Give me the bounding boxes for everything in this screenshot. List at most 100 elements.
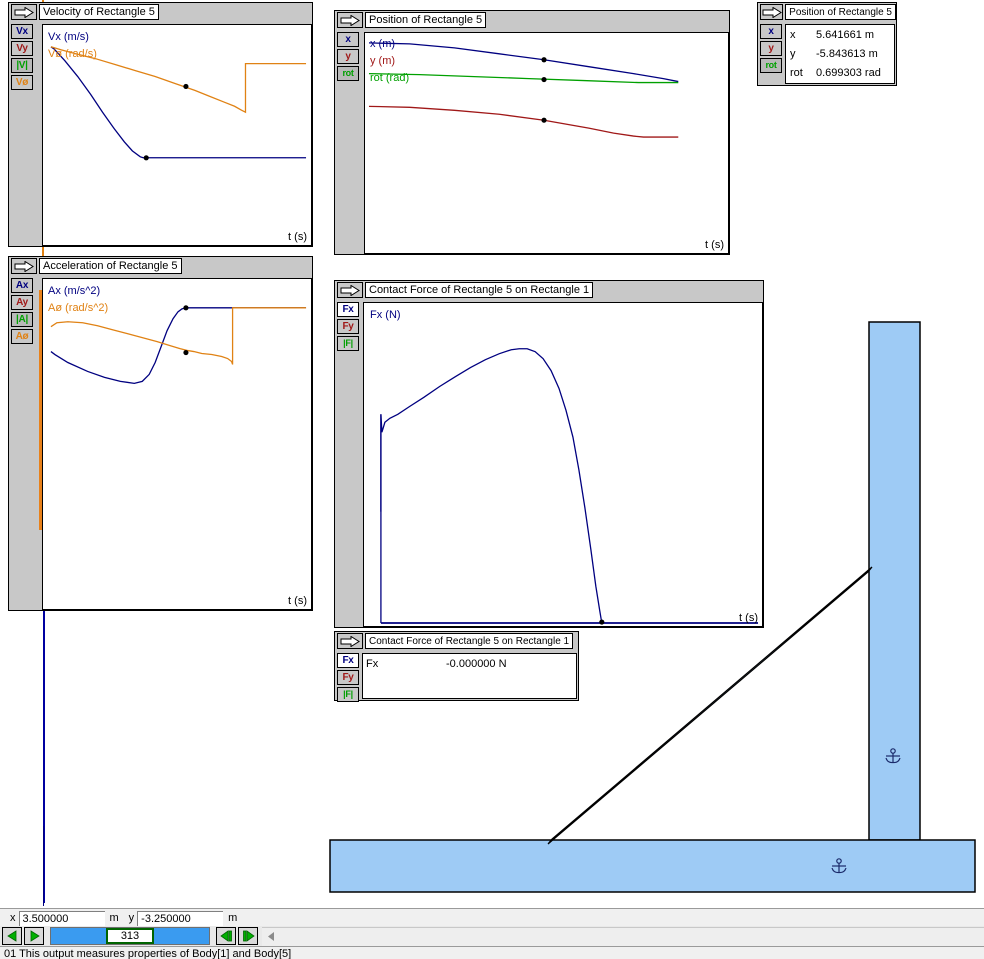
- velocity-legend-vx: Vx (m/s): [48, 31, 89, 43]
- series-button-fmag[interactable]: |F|: [337, 336, 359, 351]
- acceleration-xaxis-label: t (s): [288, 595, 307, 607]
- horizontal-scrollbar[interactable]: [262, 926, 984, 946]
- coord-x-label: x: [10, 912, 16, 924]
- force-values-titlebar: Contact Force of Rectangle 5 on Rectangl…: [335, 632, 578, 651]
- series-button-label: y: [768, 43, 774, 54]
- series-y-line: [368, 105, 679, 138]
- coord-y-label: y: [128, 912, 135, 924]
- series-ax-line: [50, 307, 307, 385]
- series-button-fx[interactable]: Fx: [337, 653, 359, 668]
- force-graph-title: Contact Force of Rectangle 5 on Rectangl…: [365, 282, 594, 298]
- series-button-label: |A|: [16, 314, 28, 325]
- anchor-icon: [885, 748, 901, 764]
- arrow-right-icon[interactable]: [11, 258, 37, 274]
- triangle-right-icon[interactable]: [24, 927, 44, 945]
- series-button-ay[interactable]: Ay: [11, 295, 33, 310]
- position-graph-titlebar: Position of Rectangle 5: [335, 11, 729, 30]
- value-label: rot: [790, 66, 803, 79]
- position-values-buttons: x y rot: [760, 24, 782, 75]
- series-button-y[interactable]: y: [337, 49, 359, 64]
- series-button-label: |F|: [343, 689, 353, 699]
- arrow-right-icon[interactable]: [337, 12, 363, 28]
- arrow-right-icon[interactable]: [11, 4, 37, 20]
- data-marker: [183, 305, 189, 311]
- position-values-readout: x 5.641661 m y -5.843613 m rot 0.699303 …: [785, 24, 895, 84]
- series-button-fmag[interactable]: |F|: [337, 687, 359, 702]
- value-label: x: [790, 28, 796, 41]
- position-values-panel[interactable]: Position of Rectangle 5 x y rot x 5.6416…: [757, 2, 897, 86]
- series-button-label: Vx: [16, 26, 28, 37]
- value-number: -0.000000 N: [446, 657, 507, 670]
- series-button-fx[interactable]: Fx: [337, 302, 359, 317]
- timeline-slider[interactable]: 313: [50, 927, 210, 945]
- series-button-vmag[interactable]: |V|: [11, 58, 33, 73]
- status-bar: 01 This output measures properties of Bo…: [0, 946, 984, 959]
- series-button-rot[interactable]: rot: [760, 58, 782, 73]
- arrow-right-icon[interactable]: [337, 633, 363, 649]
- series-fx-line: [380, 348, 603, 624]
- series-button-vy[interactable]: Vy: [11, 41, 33, 56]
- data-marker: [599, 619, 605, 625]
- arrow-right-icon[interactable]: [760, 4, 784, 20]
- force-plot[interactable]: Fx (N) t (s): [363, 302, 763, 627]
- acceleration-panel-title: Acceleration of Rectangle 5: [39, 258, 182, 274]
- scroll-left-arrow-icon[interactable]: [268, 928, 276, 946]
- coordinate-bar: x 3.500000 m y -3.250000 m: [0, 908, 984, 927]
- position-plot[interactable]: x (m) y (m) rot (rad) t (s): [364, 32, 729, 254]
- coord-y-field[interactable]: -3.250000: [137, 910, 224, 926]
- series-button-y[interactable]: y: [760, 41, 782, 56]
- series-button-label: |F|: [343, 338, 353, 348]
- value-row: y -5.843613 m: [786, 44, 894, 63]
- series-button-x[interactable]: x: [760, 24, 782, 39]
- series-button-fy[interactable]: Fy: [337, 670, 359, 685]
- step-forward-icon[interactable]: [238, 927, 258, 945]
- velocity-series-buttons: Vx Vy |V| Vø: [11, 24, 33, 92]
- position-values-titlebar: Position of Rectangle 5: [758, 3, 896, 22]
- position-xaxis-label: t (s): [705, 239, 724, 251]
- force-graph-panel[interactable]: Contact Force of Rectangle 5 on Rectangl…: [334, 280, 764, 628]
- series-button-label: Ay: [16, 297, 28, 308]
- triangle-left-icon[interactable]: [2, 927, 22, 945]
- series-rot-line: [368, 72, 679, 84]
- acceleration-panel[interactable]: Acceleration of Rectangle 5 Ax Ay |A| Aø…: [8, 256, 313, 611]
- series-button-fy[interactable]: Fy: [337, 319, 359, 334]
- acceleration-legend-arot: Aø (rad/s^2): [48, 302, 109, 314]
- value-number: -5.843613 m: [816, 47, 878, 60]
- series-button-ax[interactable]: Ax: [11, 278, 33, 293]
- value-label: y: [790, 47, 796, 60]
- velocity-plot[interactable]: Vx (m/s) Vø (rad/s) t (s): [42, 24, 312, 246]
- step-back-icon[interactable]: [216, 927, 236, 945]
- velocity-panel-title: Velocity of Rectangle 5: [39, 4, 159, 20]
- series-button-x[interactable]: x: [337, 32, 359, 47]
- velocity-panel[interactable]: Velocity of Rectangle 5 Vx Vy |V| Vø Vx …: [8, 2, 313, 247]
- acceleration-series-buttons: Ax Ay |A| Aø: [11, 278, 33, 346]
- series-button-amag[interactable]: |A|: [11, 312, 33, 327]
- series-button-rot[interactable]: rot: [337, 66, 359, 81]
- series-button-vx[interactable]: Vx: [11, 24, 33, 39]
- series-button-label: Vø: [15, 77, 29, 88]
- coord-x-field[interactable]: 3.500000: [18, 910, 105, 926]
- velocity-xaxis-label: t (s): [288, 231, 307, 243]
- series-arot-line: [50, 307, 307, 365]
- series-button-label: x: [345, 34, 351, 45]
- acceleration-legend-ax: Ax (m/s^2): [48, 285, 101, 297]
- data-marker: [183, 349, 189, 356]
- position-legend-y: y (m): [370, 55, 396, 67]
- data-marker: [541, 57, 547, 63]
- time-cursor-blue-thin: [43, 826, 44, 906]
- acceleration-plot[interactable]: Ax (m/s^2) Aø (rad/s^2) t (s): [42, 278, 312, 610]
- accel-cursor-orange: [39, 290, 42, 530]
- position-graph-panel[interactable]: Position of Rectangle 5 x y rot x (m) y …: [334, 10, 730, 255]
- wall-rectangle[interactable]: [868, 321, 921, 841]
- series-button-vrot[interactable]: Vø: [11, 75, 33, 90]
- force-values-readout: Fx -0.000000 N: [362, 653, 577, 699]
- force-values-panel[interactable]: Contact Force of Rectangle 5 on Rectangl…: [334, 631, 579, 702]
- force-legend-fx: Fx (N): [370, 309, 401, 321]
- series-button-label: x: [768, 26, 774, 37]
- arrow-right-icon[interactable]: [337, 282, 363, 298]
- force-series-buttons: Fx Fy |F|: [337, 302, 359, 353]
- series-button-arot[interactable]: Aø: [11, 329, 33, 344]
- frame-number-field[interactable]: 313: [106, 928, 154, 944]
- ground-rectangle[interactable]: [329, 839, 976, 893]
- series-button-label: Aø: [15, 331, 29, 342]
